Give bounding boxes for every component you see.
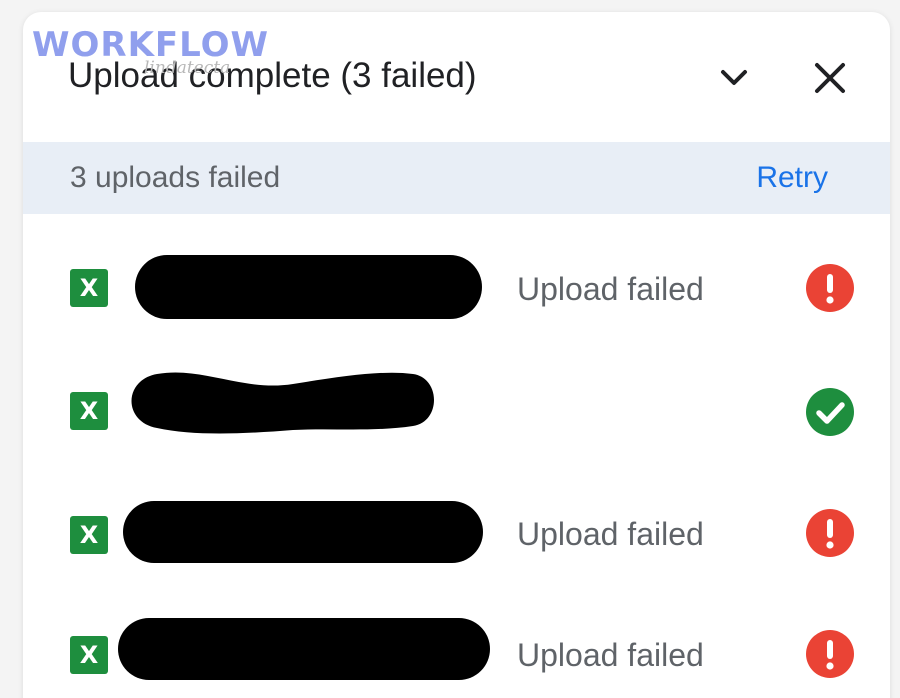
retry-button[interactable]: Retry (756, 160, 828, 196)
upload-row[interactable]: X Upload failed (23, 222, 890, 332)
excel-file-icon: X (70, 269, 108, 307)
upload-status-text: Upload failed (517, 637, 704, 673)
excel-file-icon: X (70, 516, 108, 554)
page: WORKFLOW lindatecta Upload complete (3 f… (0, 0, 900, 698)
checkmark-glyph (816, 402, 845, 424)
error-icon[interactable] (806, 264, 854, 312)
upload-row[interactable]: X Upload failed (23, 469, 890, 579)
excel-file-icon: X (70, 392, 108, 430)
upload-panel: Upload complete (3 failed) 3 uploads fai… (23, 12, 890, 698)
upload-row[interactable]: X (23, 344, 890, 454)
error-icon[interactable] (806, 630, 854, 678)
failed-summary-bar: 3 uploads failed Retry (23, 142, 890, 214)
upload-panel-header: Upload complete (3 failed) (23, 12, 890, 142)
close-button[interactable] (808, 56, 852, 100)
close-icon (815, 63, 845, 93)
panel-title: Upload complete (3 failed) (68, 56, 477, 95)
failed-summary-text: 3 uploads failed (70, 161, 281, 194)
exclamation-glyph (826, 274, 834, 304)
excel-file-icon: X (70, 636, 108, 674)
chevron-down-icon (721, 70, 747, 85)
redacted-file-name (123, 501, 483, 563)
collapse-button[interactable] (712, 56, 756, 100)
upload-status-text: Upload failed (517, 516, 704, 552)
redacted-file-name (131, 372, 434, 434)
upload-status-text: Upload failed (517, 271, 704, 307)
redacted-file-name (135, 255, 482, 319)
success-check-icon (806, 388, 854, 436)
exclamation-glyph (826, 640, 834, 670)
error-icon[interactable] (806, 509, 854, 557)
exclamation-glyph (826, 519, 834, 549)
redacted-file-name (118, 618, 490, 680)
upload-row[interactable]: X Upload failed (23, 592, 890, 698)
